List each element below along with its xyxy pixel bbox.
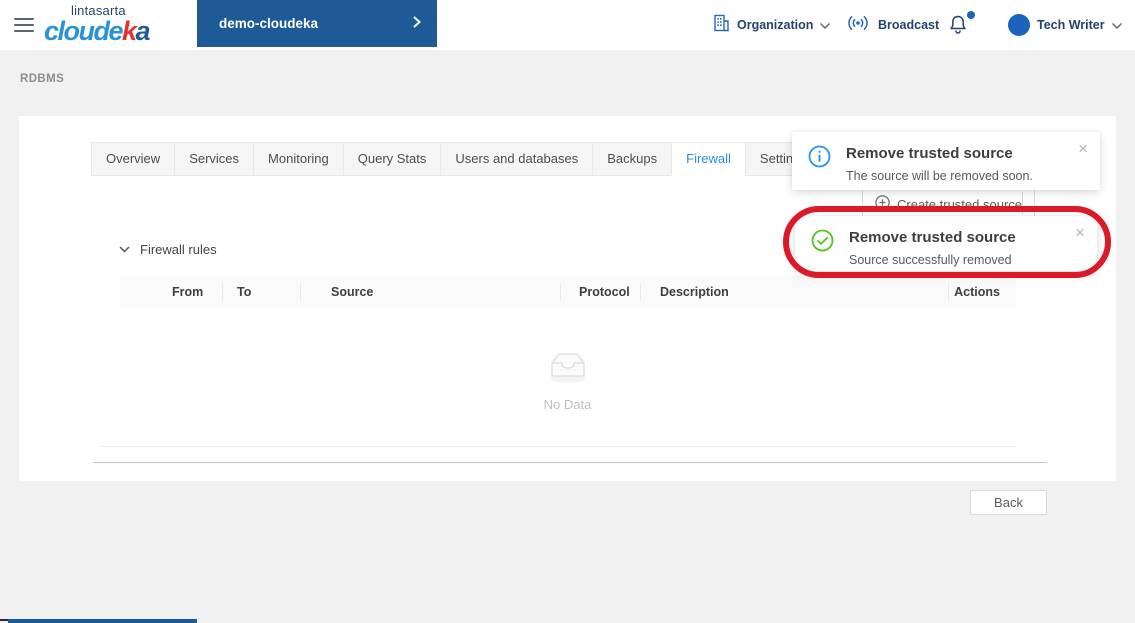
table-bottom-divider [100, 446, 1016, 447]
hamburger-icon[interactable] [14, 18, 34, 32]
column-header-protocol: Protocol [560, 283, 640, 301]
organization-menu[interactable]: Organization [713, 0, 831, 50]
notifications-button[interactable] [949, 11, 975, 39]
close-icon[interactable]: × [1075, 224, 1085, 241]
chevron-right-icon [413, 15, 421, 33]
adjacent-button-edge [1022, 192, 1023, 214]
building-icon [713, 14, 730, 37]
toast-success: Remove trusted source Source successfull… [795, 216, 1097, 271]
firewall-rules-section-toggle[interactable]: Firewall rules [119, 240, 217, 258]
tab-monitoring[interactable]: Monitoring [253, 142, 344, 176]
info-circle-icon [808, 145, 831, 177]
notification-dot-badge [967, 11, 975, 19]
inbox-icon [545, 350, 591, 388]
column-header-from: From [172, 285, 204, 299]
empty-state-text: No Data [543, 397, 592, 412]
brand-logo: lintasarta cloudeka [44, 4, 151, 46]
column-header-to: To [222, 283, 300, 301]
toast-info-message: The source will be removed soon. [846, 169, 1033, 183]
create-trusted-source-label: Create trusted source [897, 196, 1023, 212]
tab-services[interactable]: Services [174, 142, 255, 176]
tab-users-and-databases[interactable]: Users and databases [440, 142, 594, 176]
toast-success-title: Remove trusted source [849, 229, 1016, 246]
toast-success-message: Source successfully removed [849, 253, 1012, 267]
horizontal-scrollbar-thumb[interactable] [8, 619, 197, 623]
chevron-down-icon [1111, 16, 1122, 34]
tab-backups[interactable]: Backups [592, 142, 673, 176]
tab-query-stats[interactable]: Query Stats [342, 142, 442, 176]
toast-success-content: Remove trusted source Source successfull… [849, 229, 1016, 267]
broadcast-menu[interactable]: Broadcast [845, 0, 939, 50]
column-header-actions: Actions [948, 283, 1016, 301]
column-header-description: Description [640, 283, 948, 301]
firewall-table-header: From To Source Protocol Description Acti… [120, 276, 1016, 308]
avatar [1008, 14, 1030, 36]
chevron-down-icon [820, 16, 831, 34]
back-button[interactable]: Back [970, 490, 1047, 515]
toast-info-content: Remove trusted source The source will be… [846, 145, 1033, 183]
tab-firewall[interactable]: Firewall [671, 142, 746, 176]
broadcast-label: Broadcast [878, 18, 940, 32]
toast-info: Remove trusted source The source will be… [792, 132, 1100, 190]
column-header-source: Source [300, 283, 560, 301]
plus-circle-icon [875, 195, 890, 213]
check-circle-icon [811, 229, 834, 258]
card-footer-divider [93, 462, 1047, 463]
project-name: demo-cloudeka [219, 16, 319, 31]
chevron-down-icon [119, 240, 130, 258]
user-menu[interactable]: Tech Writer [1008, 0, 1122, 50]
firewall-rules-title: Firewall rules [140, 241, 217, 257]
user-name: Tech Writer [1037, 18, 1105, 32]
tab-bar: Overview Services Monitoring Query Stats… [91, 142, 822, 176]
toast-info-title: Remove trusted source [846, 145, 1013, 162]
brand-main-text: cloudeka [44, 16, 151, 46]
project-selector-button[interactable]: demo-cloudeka [197, 0, 437, 47]
radio-waves-icon [845, 15, 871, 36]
top-header: lintasarta cloudeka demo-cloudeka Organi… [0, 0, 1135, 50]
breadcrumb: RDBMS [20, 73, 65, 85]
organization-label: Organization [737, 18, 814, 32]
bell-icon [949, 15, 967, 39]
tab-overview[interactable]: Overview [91, 142, 176, 176]
empty-state: No Data [19, 350, 1116, 412]
close-icon[interactable]: × [1078, 140, 1088, 157]
